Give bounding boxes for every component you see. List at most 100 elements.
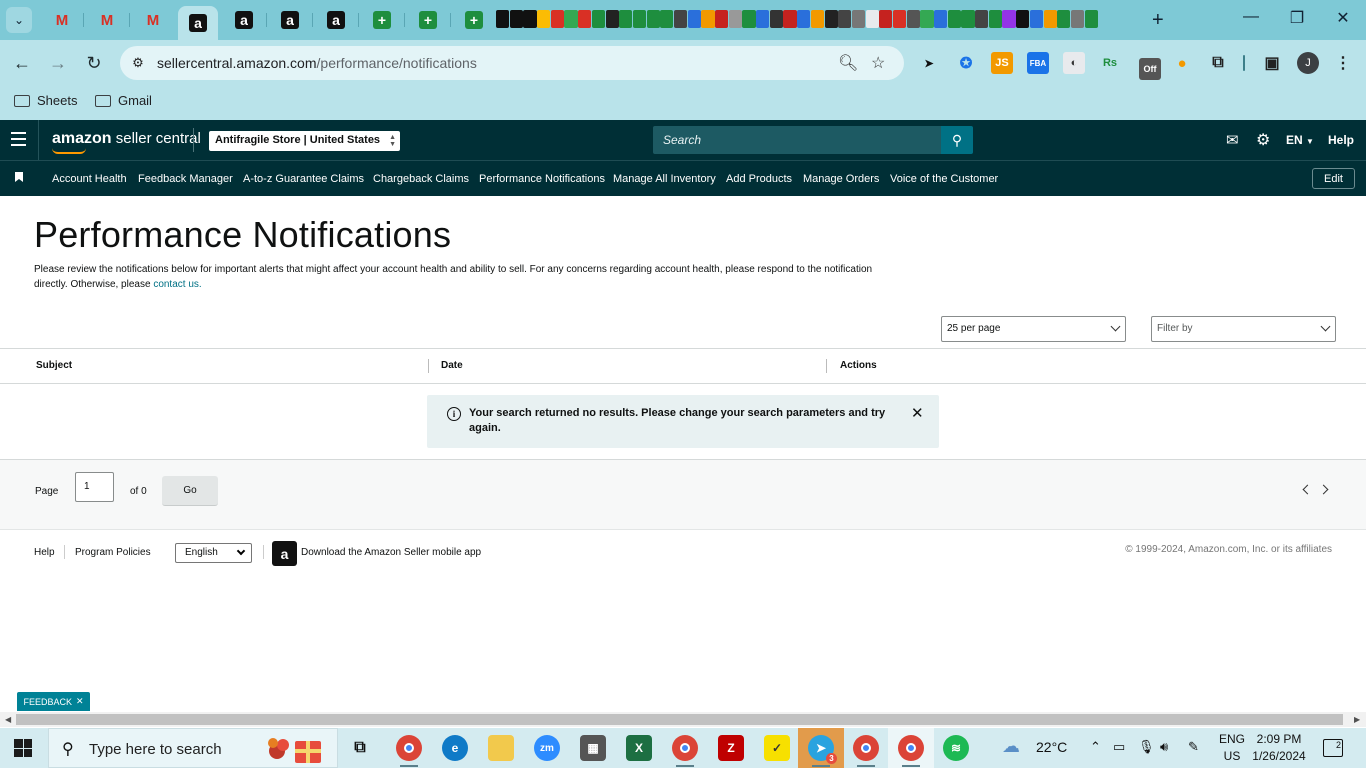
chrome-taskbar-icon[interactable]	[396, 735, 422, 767]
close-icon[interactable]: ✕	[76, 696, 84, 707]
input-language-indicator[interactable]: ENG US	[1219, 731, 1245, 765]
extension-circle-icon[interactable]: ✪	[955, 52, 977, 74]
forward-icon[interactable]: →	[46, 51, 70, 75]
nav-feedback-manager[interactable]: Feedback Manager	[138, 173, 233, 185]
close-icon[interactable]: ✕	[911, 404, 924, 422]
reload-icon[interactable]: ↻	[82, 51, 106, 75]
extension-js-icon[interactable]: JS	[991, 52, 1013, 74]
chrome-taskbar-icon-active[interactable]	[898, 735, 924, 767]
nav-voice-of-customer[interactable]: Voice of the Customer	[890, 173, 998, 185]
program-policies-link[interactable]: Program Policies	[75, 547, 151, 558]
mail-icon[interactable]: ✉	[1226, 131, 1239, 149]
scrollbar-thumb[interactable]	[16, 714, 1343, 725]
filter-select[interactable]: Filter by	[1151, 316, 1336, 342]
nav-performance-notifications[interactable]: Performance Notifications	[479, 173, 605, 185]
battery-icon[interactable]: ▭	[1113, 739, 1125, 755]
chevron-left-icon[interactable]	[1302, 484, 1313, 495]
system-clock[interactable]: 2:09 PM 1/26/2024	[1246, 731, 1312, 765]
tab-amazon-4[interactable]: a	[316, 6, 356, 34]
close-window-icon[interactable]: ✕	[1320, 8, 1366, 28]
chevron-right-icon[interactable]	[1318, 484, 1329, 495]
site-info-icon[interactable]: ⚙	[128, 53, 148, 73]
volume-icon[interactable]: 🔊︎	[1160, 739, 1168, 755]
nav-manage-all-inventory[interactable]: Manage All Inventory	[613, 173, 716, 185]
per-page-select[interactable]: 25 per page	[941, 316, 1126, 342]
address-bar[interactable]: ⚙ sellercentral.amazon.com/performance/n…	[120, 46, 904, 80]
restore-icon[interactable]: ❐	[1274, 8, 1320, 28]
search-button[interactable]: ⚲	[941, 126, 973, 154]
chevron-up-icon[interactable]: ⌃	[1090, 739, 1101, 755]
extension-fox-icon[interactable]: ●	[1171, 52, 1193, 74]
sticky-notes-icon[interactable]: ✓	[764, 735, 790, 761]
tab-gmail-3[interactable]: M	[133, 6, 173, 34]
weather-temperature[interactable]: 22°C	[1036, 739, 1067, 755]
nav-manage-orders[interactable]: Manage Orders	[803, 173, 879, 185]
tab-sheets-3[interactable]: +	[454, 6, 494, 34]
extension-arrow-icon[interactable]: ➤	[918, 52, 940, 74]
nav-account-health[interactable]: Account Health	[52, 173, 127, 185]
header-search-input[interactable]: Search	[653, 126, 941, 154]
back-icon[interactable]: ←	[10, 51, 34, 75]
side-panel-icon[interactable]: ▣	[1261, 52, 1283, 74]
feedback-tab[interactable]: FEEDBACK ✕	[17, 692, 90, 711]
contact-us-link[interactable]: contact us.	[153, 279, 201, 290]
excel-taskbar-icon[interactable]: X	[626, 735, 652, 761]
tab-sheets-1[interactable]: +	[362, 6, 402, 34]
column-subject[interactable]: Subject	[36, 360, 72, 371]
bookmark-icon[interactable]	[15, 172, 23, 182]
windows-start-icon[interactable]	[14, 739, 32, 757]
file-explorer-icon[interactable]	[488, 735, 514, 761]
tab-amazon-2[interactable]: a	[224, 6, 264, 34]
nav-chargeback-claims[interactable]: Chargeback Claims	[373, 173, 469, 185]
edge-taskbar-icon[interactable]: e	[442, 735, 468, 761]
zoom-taskbar-icon[interactable]: zm	[534, 735, 560, 761]
store-selector[interactable]: Antifragile Store | United States ▲ ▼	[209, 131, 400, 151]
horizontal-scrollbar[interactable]: ◀ ▶	[0, 712, 1366, 727]
nav-add-products[interactable]: Add Products	[726, 173, 792, 185]
help-link[interactable]: Help	[1328, 133, 1354, 147]
tab-search-button[interactable]: ⌄	[6, 7, 32, 33]
extension-rs-icon[interactable]: Rs	[1099, 52, 1121, 74]
go-button[interactable]: Go	[162, 476, 218, 506]
column-date[interactable]: Date	[441, 360, 463, 371]
seller-central-logo[interactable]: amazon seller central	[52, 130, 201, 154]
spotify-taskbar-icon[interactable]: ≋	[943, 735, 969, 761]
footer-help-link[interactable]: Help	[34, 547, 55, 558]
new-tab-button[interactable]: +	[1152, 10, 1164, 30]
url-text[interactable]: sellercentral.amazon.com/performance/not…	[157, 55, 477, 71]
amazon-seller-app-icon[interactable]: a	[272, 541, 297, 566]
extensions-puzzle-icon[interactable]: ⧉	[1207, 52, 1229, 74]
profile-avatar[interactable]: J	[1297, 52, 1319, 74]
bookmark-star-icon[interactable]: ☆	[871, 53, 885, 73]
hamburger-menu-icon[interactable]	[11, 132, 26, 146]
language-selector[interactable]: EN ▼	[1286, 133, 1314, 147]
nav-a-to-z-claims[interactable]: A-to-z Guarantee Claims	[243, 173, 364, 185]
download-app-link[interactable]: Download the Amazon Seller mobile app	[301, 547, 481, 558]
minimize-icon[interactable]: —	[1228, 8, 1274, 26]
taskbar-search-box[interactable]: ⚲ Type here to search	[48, 728, 338, 768]
gear-icon[interactable]: ⚙	[1256, 130, 1270, 150]
microphone-icon[interactable]: 🎙︎	[1138, 739, 1155, 755]
pinned-tab-favicons[interactable]	[496, 10, 1144, 30]
scroll-left-arrow-icon[interactable]: ◀	[5, 715, 11, 724]
extension-doc-icon[interactable]: ◐	[1063, 52, 1085, 74]
footer-language-select[interactable]: English	[175, 543, 252, 563]
notification-center-icon[interactable]: 2	[1323, 739, 1343, 757]
extension-off-badge[interactable]: Off	[1139, 58, 1161, 80]
extension-fba-icon[interactable]: FBA	[1027, 52, 1049, 74]
browser-menu-icon[interactable]: ⋮	[1332, 52, 1354, 74]
chrome-taskbar-icon[interactable]	[853, 735, 879, 767]
tab-sheets-2[interactable]: +	[408, 6, 448, 34]
edit-nav-button[interactable]: Edit	[1312, 168, 1355, 189]
task-view-icon[interactable]: ⧉	[347, 735, 373, 761]
telegram-taskbar-icon[interactable]: ➤ 3	[808, 735, 837, 767]
pen-icon[interactable]: ✎	[1188, 739, 1199, 755]
bookmark-sheets[interactable]: Sheets	[14, 93, 77, 108]
scroll-right-arrow-icon[interactable]: ▶	[1354, 715, 1360, 724]
calculator-icon[interactable]: ▦	[580, 735, 606, 761]
zoom-icon[interactable]: 🔍︎	[838, 53, 858, 73]
bookmark-gmail[interactable]: Gmail	[95, 93, 152, 108]
filezilla-icon[interactable]: Z	[718, 735, 744, 761]
tab-gmail-1[interactable]: M	[42, 6, 82, 34]
tab-gmail-2[interactable]: M	[87, 6, 127, 34]
